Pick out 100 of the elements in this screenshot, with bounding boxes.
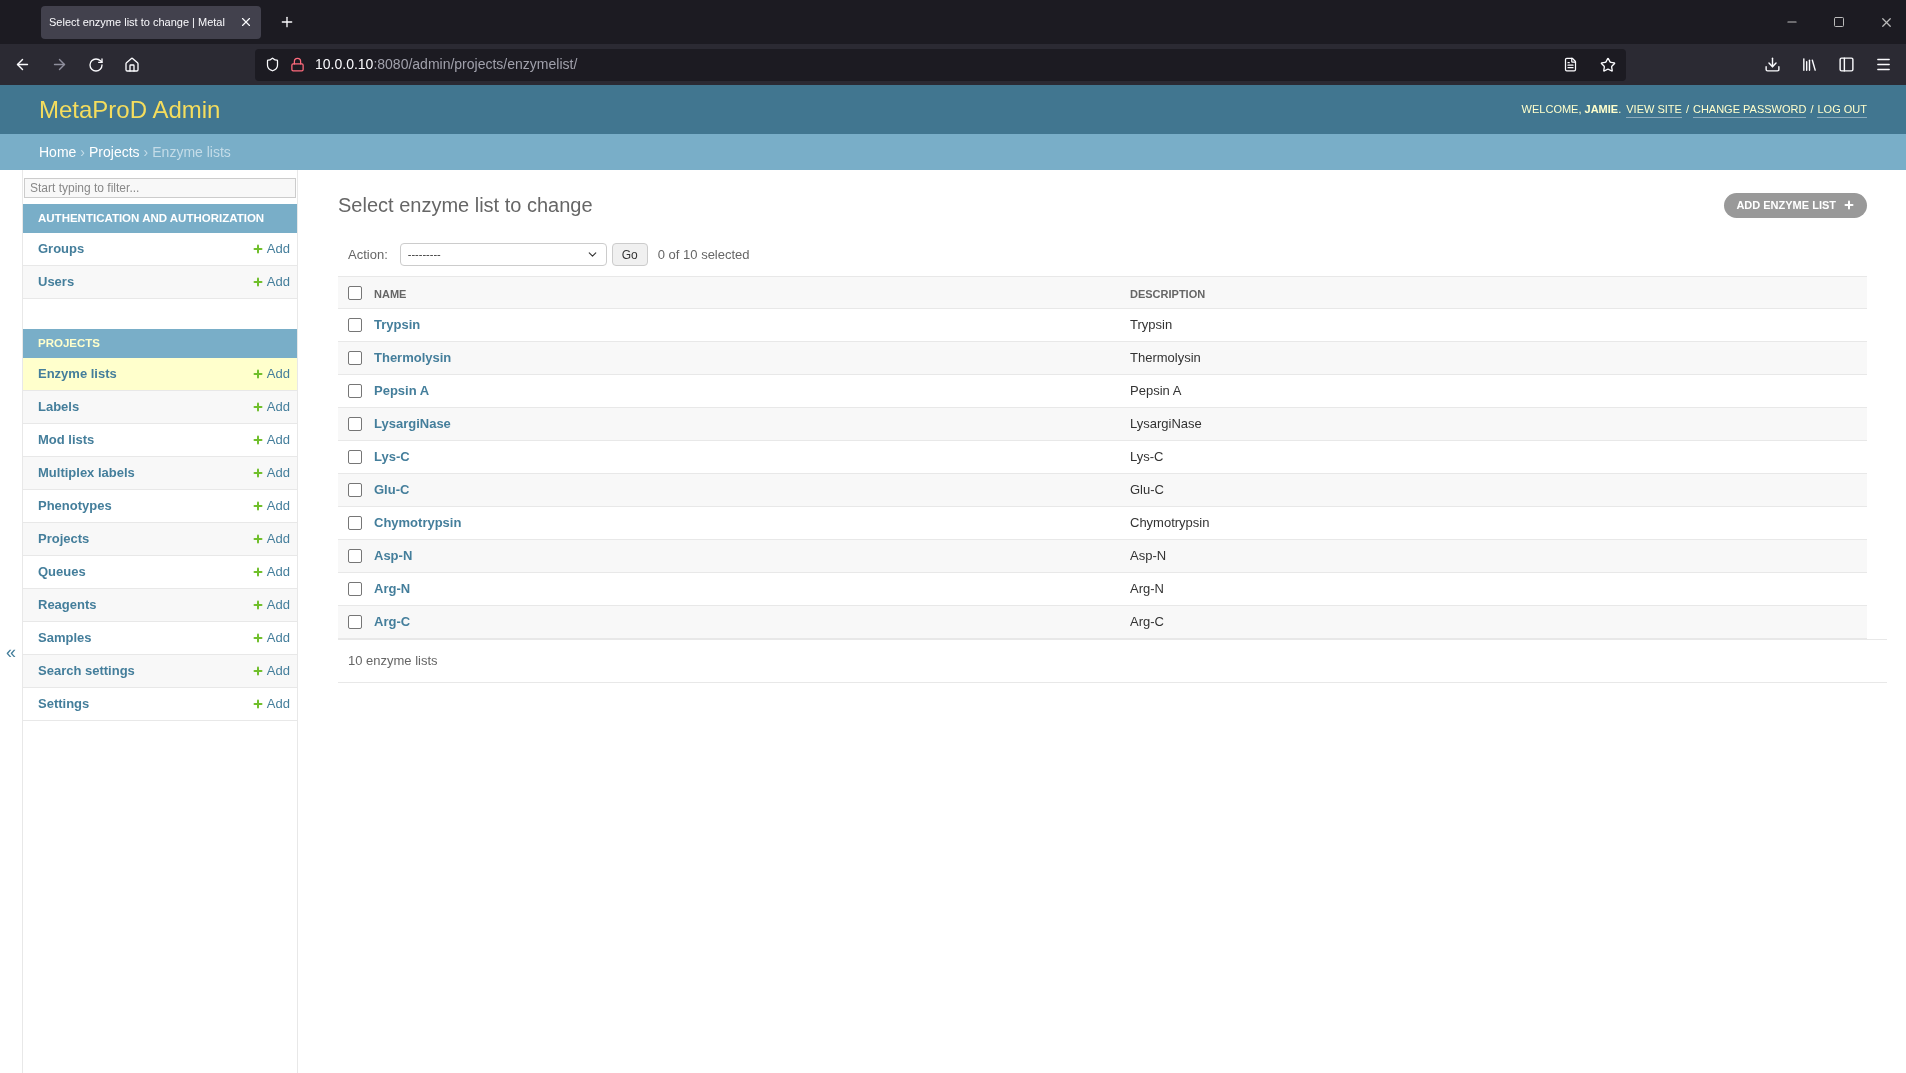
collapse-sidebar-button[interactable]: «: [6, 642, 16, 661]
action-select[interactable]: ---------: [399, 243, 607, 266]
plus-icon: [251, 533, 264, 545]
checkbox[interactable]: [348, 582, 362, 596]
new-tab-icon[interactable]: [279, 14, 295, 30]
library-icon[interactable]: [1801, 56, 1818, 73]
add-link[interactable]: Add: [251, 239, 290, 259]
checkbox[interactable]: [348, 417, 362, 431]
table-cell: Pepsin A: [1130, 383, 1182, 399]
name-link[interactable]: LysargiNase: [374, 416, 451, 432]
add-link[interactable]: Add: [251, 364, 290, 384]
breadcrumb-link[interactable]: Projects: [89, 141, 140, 163]
sidebar-icon[interactable]: [1838, 56, 1855, 73]
checkbox[interactable]: [348, 318, 362, 332]
breadcrumb-separator: ›: [80, 142, 86, 162]
plus-icon: [251, 434, 264, 446]
breadcrumb-current: Enzyme lists: [152, 142, 231, 162]
checkbox[interactable]: [348, 549, 362, 563]
plus-icon: [251, 599, 264, 611]
menu-icon[interactable]: [1875, 56, 1892, 73]
maximize-icon[interactable]: [1833, 16, 1845, 28]
name-link[interactable]: Thermolysin: [374, 350, 452, 366]
plus-icon: [251, 665, 264, 677]
table-cell: Thermolysin: [1130, 350, 1201, 366]
bookmark-star-icon[interactable]: [1600, 56, 1616, 73]
checkbox[interactable]: [348, 285, 362, 300]
sidebar-item[interactable]: Search settings Add: [23, 655, 297, 688]
add-link[interactable]: Add: [251, 694, 290, 714]
checkbox[interactable]: [348, 516, 362, 530]
checkbox[interactable]: [348, 384, 362, 398]
header-link[interactable]: CHANGE PASSWORD: [1692, 100, 1807, 119]
sidebar-item[interactable]: Users Add: [23, 266, 297, 299]
module-header[interactable]: AUTHENTICATION AND AUTHORIZATION: [23, 204, 297, 233]
add-link[interactable]: Add: [251, 529, 290, 549]
plus-icon: [251, 500, 264, 512]
table-cell: Chymotrypsin: [1130, 515, 1210, 531]
sidebar-item[interactable]: Projects Add: [23, 523, 297, 556]
add-link[interactable]: Add: [251, 272, 290, 292]
browser-tab[interactable]: Select enzyme list to change | Metal: [41, 5, 261, 39]
name-link[interactable]: Trypsin: [374, 317, 421, 333]
table-cell: Glu-C: [1130, 482, 1164, 498]
add-link[interactable]: Add: [251, 463, 290, 483]
table-cell: LysargiNase: [1130, 416, 1202, 432]
name-link[interactable]: Chymotrypsin: [374, 515, 462, 531]
add-link[interactable]: Add: [251, 430, 290, 450]
column-header[interactable]: DESCRIPTION: [1130, 287, 1206, 300]
add-link[interactable]: Add: [251, 397, 290, 417]
back-icon[interactable]: [14, 56, 31, 73]
add-link[interactable]: Add: [251, 661, 290, 681]
name-link[interactable]: Arg-N: [374, 581, 411, 597]
add-link[interactable]: Add: [251, 562, 290, 582]
add-link[interactable]: Add: [251, 496, 290, 516]
sidebar-item[interactable]: Enzyme lists Add: [23, 358, 297, 391]
table-cell: Arg-N: [1130, 581, 1164, 597]
lock-icon[interactable]: [290, 57, 305, 72]
download-icon[interactable]: [1764, 56, 1781, 73]
name-link[interactable]: Pepsin A: [374, 383, 430, 399]
checkbox[interactable]: [348, 351, 362, 365]
plus-icon: [251, 276, 264, 288]
home-icon[interactable]: [124, 56, 140, 73]
paginator-text: 10 enzyme lists: [348, 652, 438, 671]
add-link[interactable]: Add: [251, 628, 290, 648]
name-link[interactable]: Glu-C: [374, 482, 410, 498]
plus-icon: [251, 566, 264, 578]
link-separator: /: [1685, 102, 1689, 118]
forward-icon[interactable]: [51, 56, 68, 73]
name-link[interactable]: Lys-C: [374, 449, 410, 465]
link-separator: /: [1810, 102, 1814, 118]
action-label: Action:: [348, 245, 388, 264]
breadcrumb-separator: ›: [143, 142, 149, 162]
header-link[interactable]: VIEW SITE: [1626, 100, 1682, 119]
filter-field[interactable]: Start typing to filter...: [24, 178, 296, 198]
module-header[interactable]: PROJECTS: [23, 329, 297, 358]
site-title[interactable]: MetaProD Admin: [39, 91, 221, 128]
table-cell: Trypsin: [1130, 317, 1173, 333]
checkbox[interactable]: [348, 450, 362, 464]
go-button[interactable]: Go: [611, 243, 648, 266]
header-link[interactable]: LOG OUT: [1817, 100, 1867, 119]
close-icon[interactable]: [239, 15, 253, 29]
reader-view-icon[interactable]: [1563, 57, 1578, 72]
plus-icon: [1843, 199, 1855, 211]
add-enzyme-list-button[interactable]: ADD ENZYME LIST: [1724, 192, 1867, 218]
plus-icon: [251, 467, 264, 479]
column-header[interactable]: NAME: [374, 287, 407, 300]
checkbox[interactable]: [348, 615, 362, 629]
table-cell: Lys-C: [1130, 449, 1164, 465]
sidebar-item[interactable]: Reagents Add: [23, 589, 297, 622]
sidebar-item[interactable]: Multiplex labels Add: [23, 457, 297, 490]
table-cell: Asp-N: [1130, 548, 1167, 564]
checkbox[interactable]: [348, 483, 362, 497]
table-cell: Arg-C: [1130, 614, 1164, 630]
reload-icon[interactable]: [88, 56, 104, 73]
add-link[interactable]: Add: [251, 595, 290, 615]
page-title: Select enzyme list to change: [338, 193, 593, 218]
name-link[interactable]: Arg-C: [374, 614, 411, 630]
shield-icon[interactable]: [265, 57, 280, 72]
sidebar-item[interactable]: Labels Add: [23, 391, 297, 424]
address-bar[interactable]: 10.0.0.10:8080/admin/projects/enzymelist/: [255, 48, 1626, 81]
breadcrumb-link[interactable]: Home: [39, 141, 77, 163]
name-link[interactable]: Asp-N: [374, 548, 413, 564]
